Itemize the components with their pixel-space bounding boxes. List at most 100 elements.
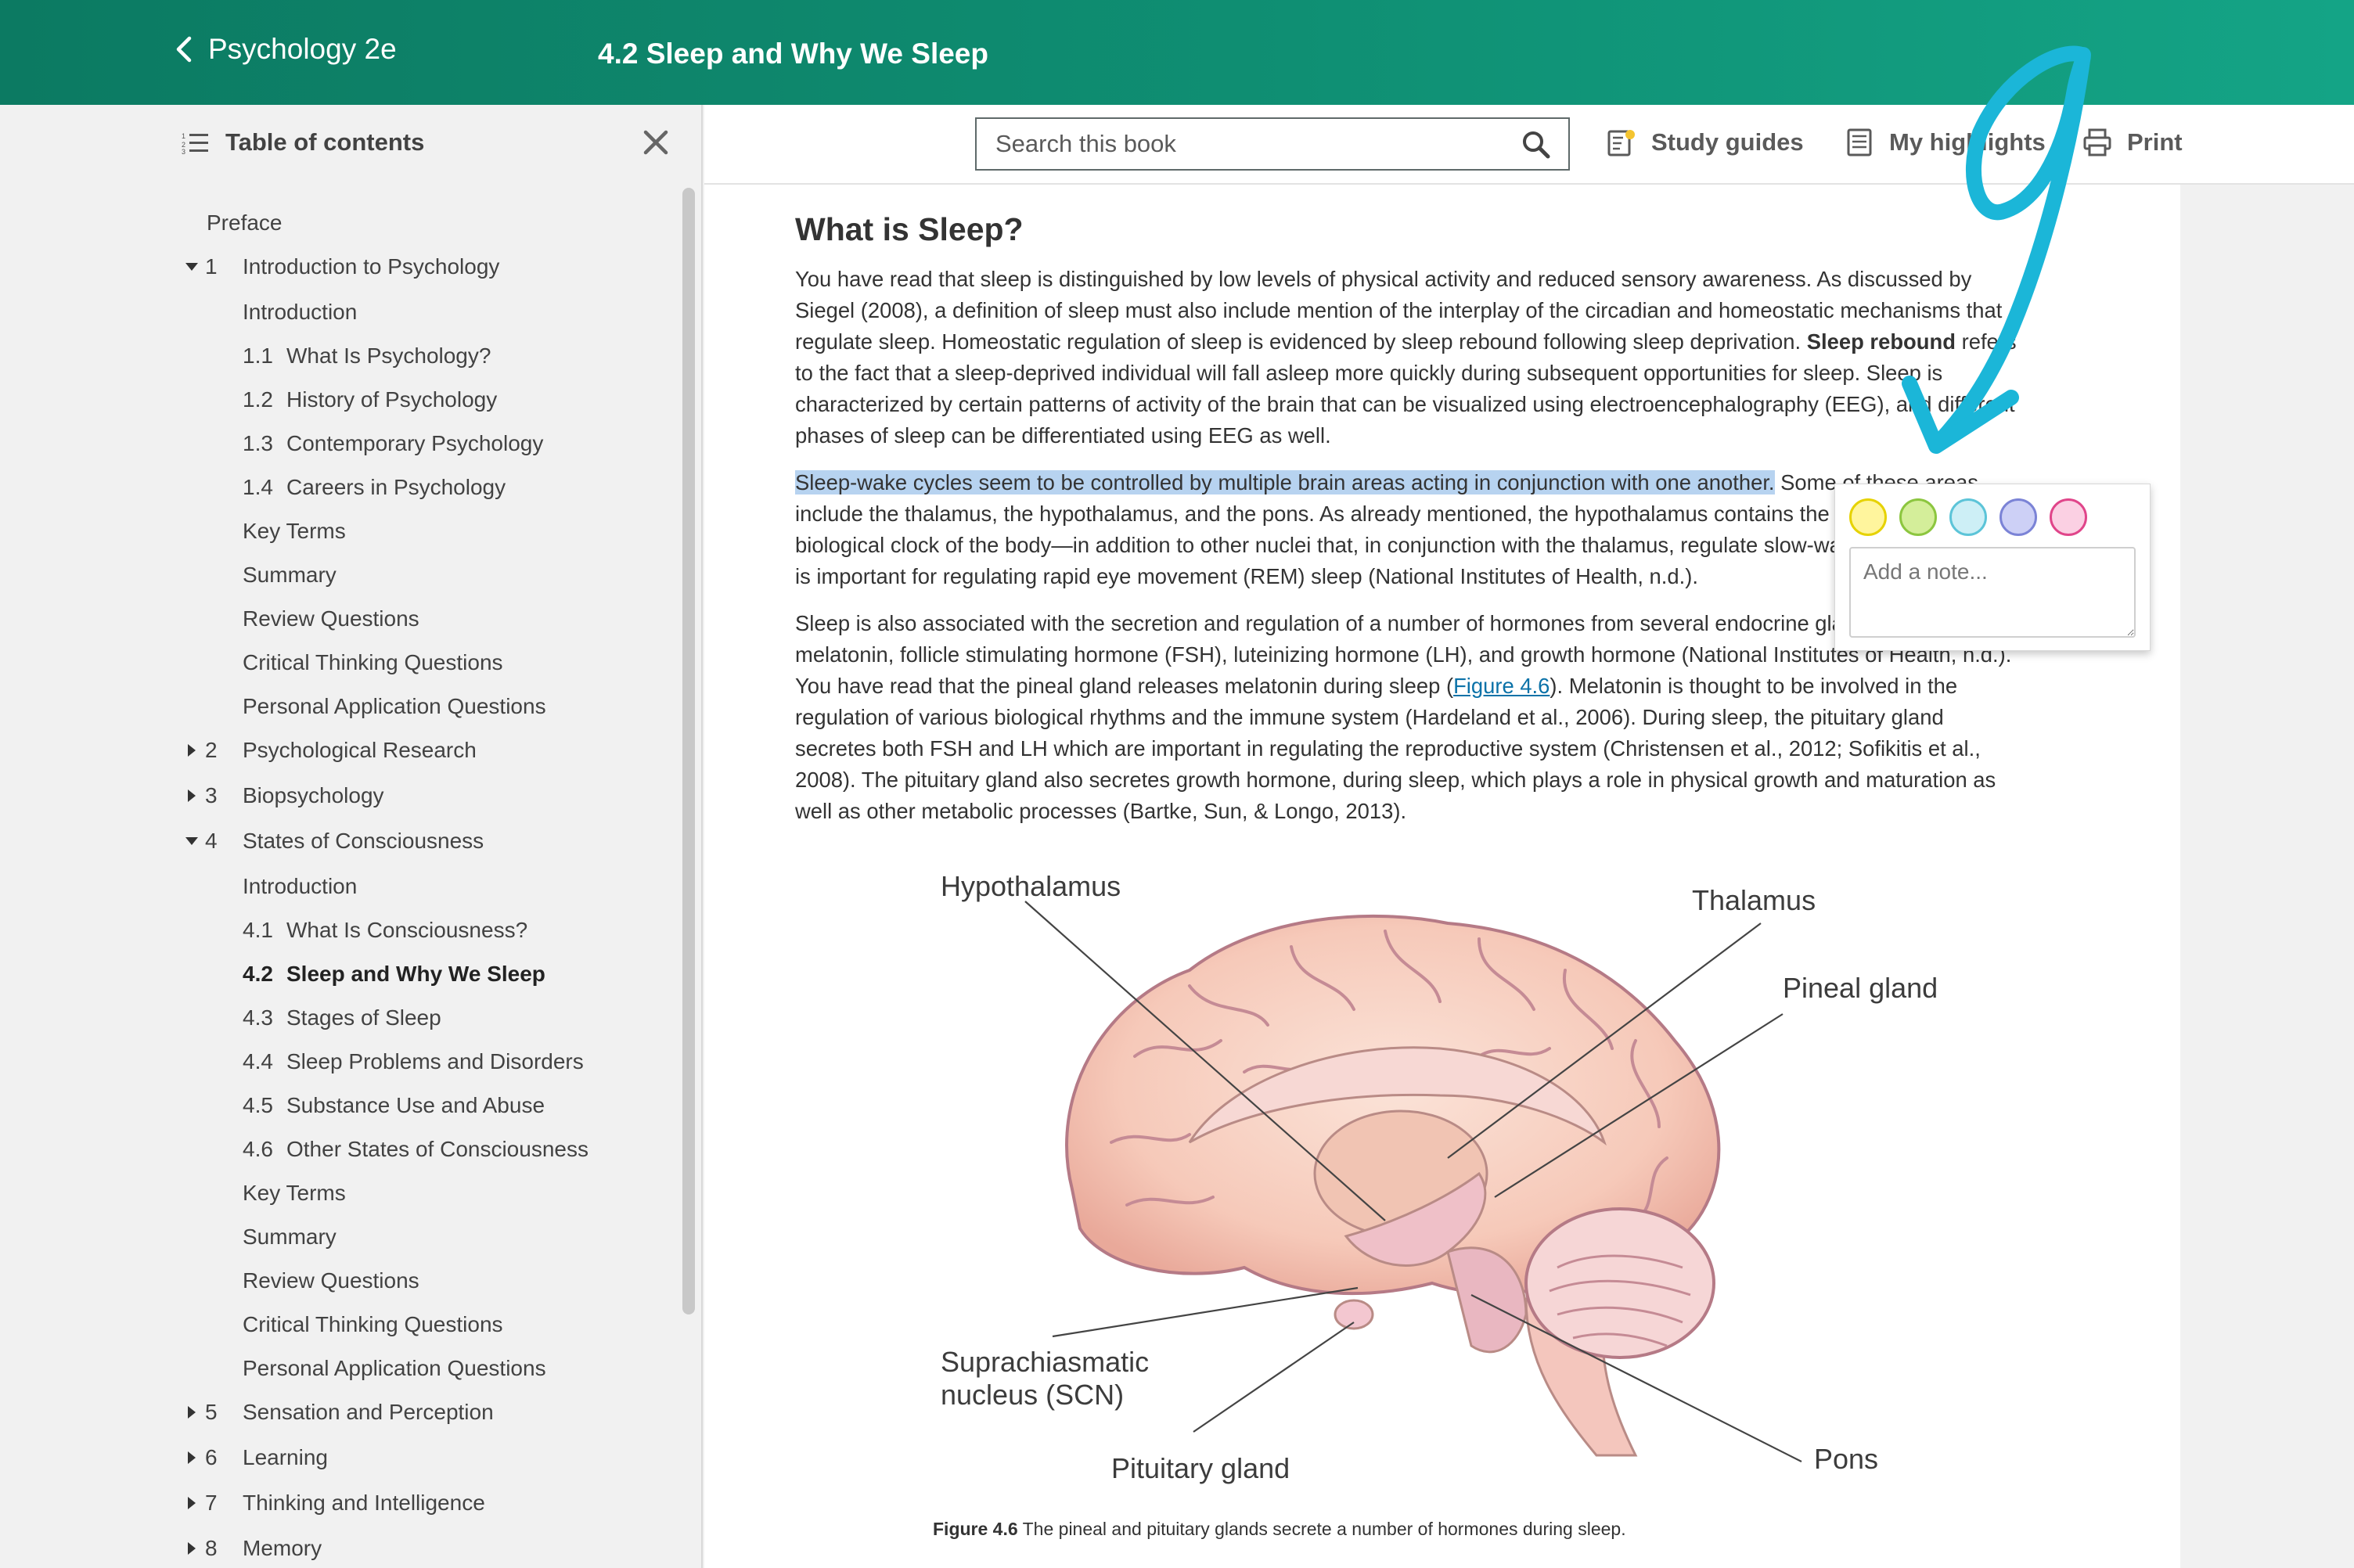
toc-section-title: Other States of Consciousness [286,1137,588,1161]
caption-text: The pineal and pituitary glands secrete … [1017,1519,1626,1539]
toc-section-4-3[interactable]: 4.3 Stages of Sleep [0,998,673,1038]
toc-item[interactable]: Personal Application Questions [0,1349,673,1388]
caret-down-icon[interactable] [185,260,199,274]
toc-item-label: Personal Application Questions [243,1356,546,1380]
caret-right-icon[interactable] [185,1541,199,1555]
toc-chapter-number: 7 [205,1491,218,1515]
close-icon[interactable] [640,127,671,158]
toc-item-label: Critical Thinking Questions [243,1312,503,1336]
toc-item[interactable]: Review Questions [0,1261,673,1300]
toc-chapter-title: Biopsychology [243,783,384,807]
toc-chapter-7[interactable]: 7 Thinking and Intelligence [0,1483,673,1523]
toc-chapter-number: 3 [205,783,218,807]
search-icon[interactable] [1521,130,1551,160]
toc-chapter-number: 4 [205,829,218,853]
toc-item-label: Key Terms [243,1181,346,1205]
toc-item[interactable]: Personal Application Questions [0,687,673,726]
toc-section-4-6[interactable]: 4.6 Other States of Consciousness [0,1130,673,1169]
toc-chapter-6[interactable]: 6 Learning [0,1438,673,1477]
toc-chapter-2[interactable]: 2 Psychological Research [0,731,673,770]
highlight-popup [1834,484,2151,651]
my-highlights-label: My highlights [1889,128,2046,156]
toc-section-1-4[interactable]: 1.4 Careers in Psychology [0,468,673,507]
toc-item[interactable]: Review Questions [0,599,673,638]
toc-section-number: 4.2 [243,962,273,986]
toc-chapter-title: Learning [243,1445,328,1469]
toc-chapter-title: Memory [243,1536,322,1560]
toc-section-4-5[interactable]: 4.5 Substance Use and Abuse [0,1086,673,1125]
search-input[interactable] [995,127,1504,161]
toc-item[interactable]: Introduction [0,293,673,332]
toc-chapter-3[interactable]: 3 Biopsychology [0,776,673,815]
toc-item[interactable]: Critical Thinking Questions [0,643,673,682]
toc-item-label: Review Questions [243,1268,419,1293]
toc-item-label: Key Terms [243,519,346,543]
toc-section-1-1[interactable]: 1.1 What Is Psychology? [0,336,673,376]
back-to-book-link[interactable]: Psychology 2e [174,33,397,66]
svg-text:1: 1 [182,132,185,140]
toc-chapter-4[interactable]: 4 States of Consciousness [0,822,673,861]
toc-chapter-5[interactable]: 5 Sensation and Perception [0,1393,673,1432]
note-input[interactable] [1849,547,2136,638]
study-guides-button[interactable]: Study guides [1606,127,1804,158]
toc-section-number: 1.4 [243,475,273,499]
toc-item-preface[interactable]: Preface [0,203,673,243]
toc-section-number: 4.4 [243,1049,273,1074]
caret-down-icon[interactable] [185,834,199,848]
caret-right-icon[interactable] [185,1451,199,1465]
toc-item-label: Introduction [243,874,358,898]
toc-section-title: Sleep Problems and Disorders [286,1049,584,1074]
toc-section-4-1[interactable]: 4.1 What Is Consciousness? [0,911,673,950]
toc-chapter-number: 5 [205,1400,218,1424]
toc-chapter-title: Introduction to Psychology [243,254,500,279]
toolbar: Study guides My highlights Print [704,105,2354,185]
label-hypothalamus: Hypothalamus [941,870,1121,902]
svg-text:3: 3 [182,148,185,155]
highlighted-text[interactable]: Sleep-wake cycles seem to be controlled … [795,470,1775,494]
toc-item[interactable]: Summary [0,1217,673,1257]
toc-chapter-1[interactable]: 1 Introduction to Psychology [0,247,673,286]
toc-item[interactable]: Key Terms [0,1174,673,1213]
toc-item[interactable]: Critical Thinking Questions [0,1305,673,1344]
swatch-green[interactable] [1899,498,1937,536]
toc-section-number: 1.3 [243,431,273,455]
toc-item[interactable]: Summary [0,556,673,595]
toc-section-4-2[interactable]: 4.2 Sleep and Why We Sleep [0,955,673,994]
toc-scrollbar[interactable] [682,188,695,1314]
toc-item-label: Critical Thinking Questions [243,650,503,674]
figure-caption: Figure 4.6 The pineal and pituitary glan… [933,1519,1626,1540]
toc-chapter-8[interactable]: 8 Memory [0,1529,673,1568]
toc-section-4-4[interactable]: 4.4 Sleep Problems and Disorders [0,1042,673,1081]
toc-section-number: 4.6 [243,1137,273,1161]
caret-right-icon[interactable] [185,743,199,757]
toc-item-label: Summary [243,563,337,587]
toc-chapter-title: Thinking and Intelligence [243,1491,485,1515]
label-thalamus: Thalamus [1692,884,1816,916]
my-highlights-button[interactable]: My highlights [1844,127,2046,158]
toc-section-1-3[interactable]: 1.3 Contemporary Psychology [0,424,673,463]
toc-section-title: Careers in Psychology [286,475,506,499]
toc-section-title: What Is Psychology? [286,343,491,368]
toc-item[interactable]: Key Terms [0,512,673,551]
toc-section-1-2[interactable]: 1.2 History of Psychology [0,380,673,419]
toc-sidebar: 1 2 3 Table of contents Preface 1 Introduc… [0,105,703,1568]
caret-right-icon[interactable] [185,1405,199,1419]
swatch-pink[interactable] [2050,498,2087,536]
swatch-yellow[interactable] [1849,498,1887,536]
caret-right-icon[interactable] [185,789,199,803]
toc-item[interactable]: Introduction [0,867,673,906]
toc-section-title: History of Psychology [286,387,498,412]
figure-4-6-link[interactable]: Figure 4.6 [1453,674,1550,698]
swatch-blue[interactable] [1949,498,1987,536]
print-button[interactable]: Print [2082,127,2183,158]
toc-chapter-number: 1 [205,254,218,279]
toc-section-title: Substance Use and Abuse [286,1093,545,1117]
toc-item-label: Summary [243,1225,337,1249]
toc-chapter-title: Sensation and Perception [243,1400,494,1424]
toc-section-number: 4.1 [243,918,273,942]
swatch-purple[interactable] [1999,498,2037,536]
label-pituitary-gland: Pituitary gland [1111,1452,1290,1484]
print-icon [2083,128,2111,156]
caret-right-icon[interactable] [185,1496,199,1510]
section-heading: What is Sleep? [795,211,1024,247]
